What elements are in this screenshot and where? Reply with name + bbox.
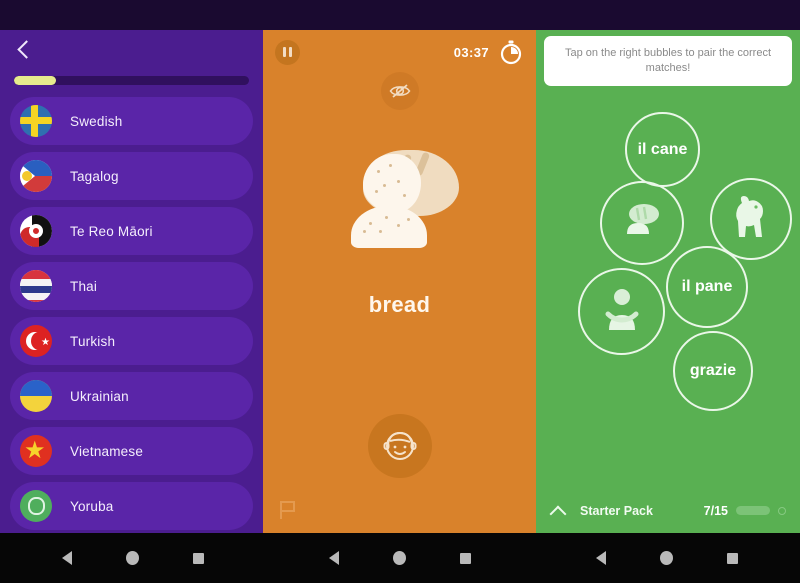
bubble-person-icon[interactable] xyxy=(578,268,665,355)
pack-count: 7/15 xyxy=(703,503,728,518)
language-sidebar-panel: Swedish Tagalog Te Reo Māori Thai ★ Turkish Uk… xyxy=(0,0,263,533)
status-bar-strip-left xyxy=(0,0,263,30)
home-icon[interactable] xyxy=(393,551,406,565)
status-bar-strip-middle xyxy=(263,0,536,30)
language-list: Swedish Tagalog Te Reo Māori Thai ★ Turkish Uk… xyxy=(0,93,263,530)
flag-yo-icon xyxy=(20,490,52,522)
recents-icon[interactable] xyxy=(193,552,205,564)
matching-bubbles-panel: Tap on the right bubbles to pair the cor… xyxy=(536,0,800,533)
sidebar-item-label: Vietnamese xyxy=(70,443,144,459)
flag-outline-icon[interactable] xyxy=(277,499,299,521)
flag-mi-icon xyxy=(20,215,52,247)
sidebar-item-label: Yoruba xyxy=(70,498,114,514)
bread-loaf-icon xyxy=(335,140,465,270)
sidebar-item-label: Ukrainian xyxy=(70,388,129,404)
word-label: bread xyxy=(368,292,431,317)
dog-icon xyxy=(728,193,774,246)
home-icon[interactable] xyxy=(659,551,673,565)
home-icon[interactable] xyxy=(126,551,140,565)
bubble-dog-icon[interactable] xyxy=(710,178,792,260)
eye-slash-icon[interactable] xyxy=(380,72,419,110)
sidebar-item-swedish[interactable]: Swedish xyxy=(10,97,253,145)
flag-se-icon xyxy=(20,105,52,137)
progress-track xyxy=(14,76,249,85)
sidebar-item-turkish[interactable]: ★ Turkish xyxy=(10,317,253,365)
sidebar-progress xyxy=(0,70,263,93)
nav-section xyxy=(0,533,267,583)
sidebar-item-yoruba[interactable]: Yoruba xyxy=(10,482,253,530)
flag-tr-icon: ★ xyxy=(20,325,52,357)
flag-ua-icon xyxy=(20,380,52,412)
app-screen: Swedish Tagalog Te Reo Māori Thai ★ Turkish Uk… xyxy=(0,0,800,583)
bread-icon xyxy=(619,200,665,247)
nav-section xyxy=(533,533,800,583)
timer-group: 03:37 xyxy=(454,39,524,65)
pack-next-dot[interactable] xyxy=(778,506,786,515)
progress-fill xyxy=(14,76,57,85)
sidebar-item-tagalog[interactable]: Tagalog xyxy=(10,152,253,200)
bubble-il-pane[interactable]: il pane xyxy=(666,246,748,328)
flashcard-panel: 03:37 bread xyxy=(263,0,536,533)
nav-section xyxy=(267,533,534,583)
bubble-bread-icon[interactable] xyxy=(600,181,684,265)
back-icon[interactable] xyxy=(62,551,73,565)
sidebar-item-label: Swedish xyxy=(70,113,123,129)
sidebar-item-label: Tagalog xyxy=(70,168,119,184)
sidebar-item-te-reo-m-ori[interactable]: Te Reo Māori xyxy=(10,207,253,255)
pack-progress-group: 7/15 xyxy=(704,504,786,518)
android-navigation-bar xyxy=(0,533,800,583)
bubble-il-cane[interactable]: il cane xyxy=(625,112,700,187)
pack-name: Starter Pack xyxy=(580,503,653,518)
sidebar-item-label: Turkish xyxy=(70,333,116,349)
stopwatch-icon xyxy=(498,39,524,65)
bubble-grazie[interactable]: grazie xyxy=(673,331,753,411)
sidebar-item-label: Te Reo Māori xyxy=(70,223,153,239)
pack-bottom-bar[interactable]: Starter Pack 7/15 xyxy=(536,488,800,533)
flashcard-topbar: 03:37 xyxy=(263,30,536,74)
sidebar-item-vietnamese[interactable]: ★ Vietnamese xyxy=(10,427,253,475)
back-row xyxy=(0,30,263,70)
sidebar-item-label: Thai xyxy=(70,278,98,294)
flag-tl-icon xyxy=(20,160,52,192)
word-area: bread xyxy=(263,140,536,318)
pause-icon[interactable] xyxy=(275,39,300,65)
pack-progress-track xyxy=(736,506,770,515)
bubble-layer: il cane il pane grazie xyxy=(536,0,800,533)
person-icon xyxy=(602,286,642,337)
bubble-label: il cane xyxy=(637,140,688,158)
smiling-face-icon[interactable] xyxy=(367,414,432,478)
recents-icon[interactable] xyxy=(726,552,738,564)
flag-th-icon xyxy=(20,270,52,302)
sidebar-item-thai[interactable]: Thai xyxy=(10,262,253,310)
bubble-label: il pane xyxy=(681,278,733,295)
back-icon[interactable] xyxy=(595,551,606,565)
back-icon[interactable] xyxy=(329,551,339,565)
bubble-label: grazie xyxy=(689,362,737,379)
flag-vn-icon: ★ xyxy=(20,435,52,467)
chevron-up-icon[interactable] xyxy=(550,503,566,519)
timer-value: 03:37 xyxy=(453,44,489,60)
chevron-left-icon[interactable] xyxy=(14,40,34,60)
panels-row: Swedish Tagalog Te Reo Māori Thai ★ Turkish Uk… xyxy=(0,0,800,533)
sidebar-item-ukrainian[interactable]: Ukrainian xyxy=(10,372,253,420)
recents-icon[interactable] xyxy=(460,552,471,564)
